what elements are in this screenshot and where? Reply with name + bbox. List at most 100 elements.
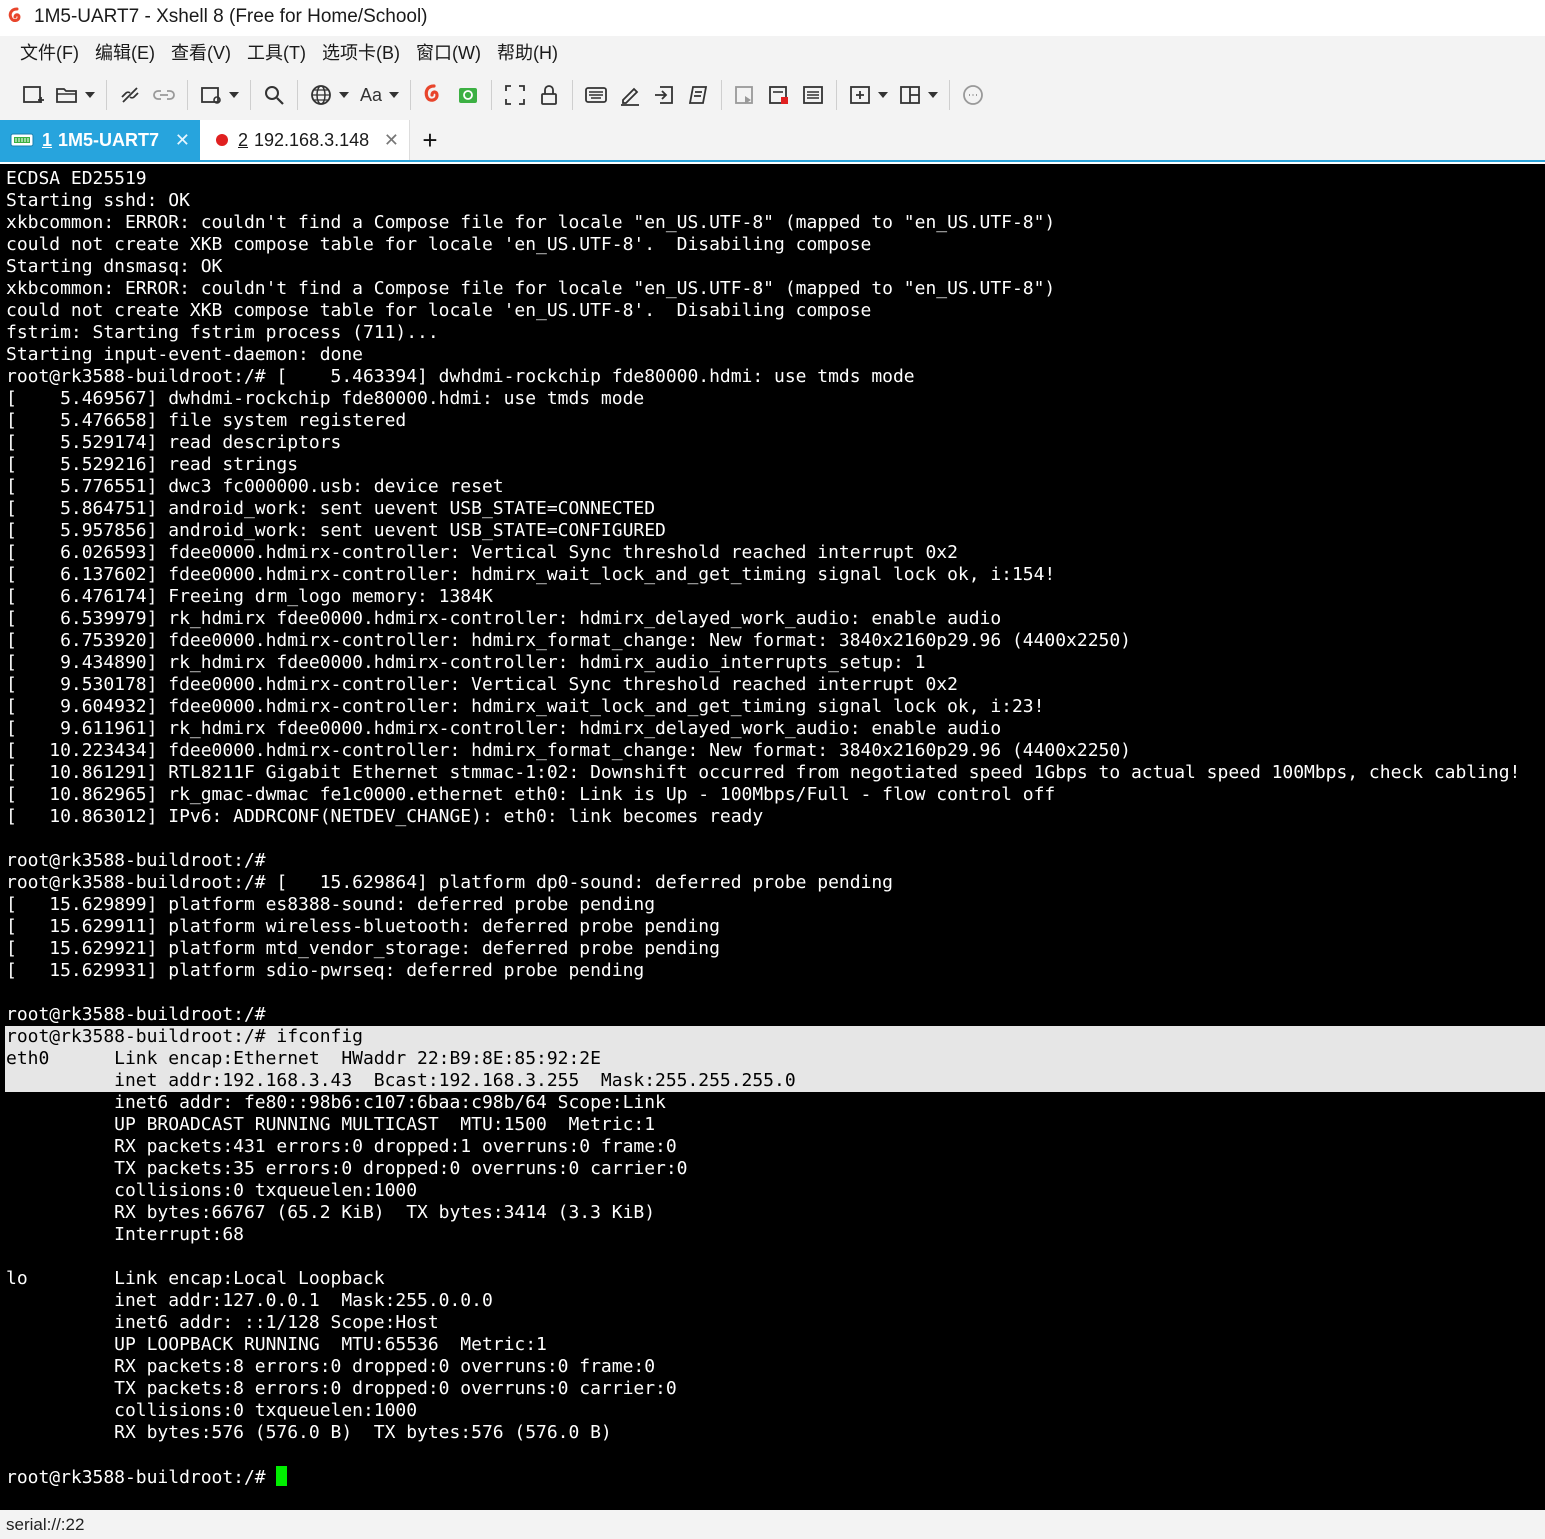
toolbar-divider <box>721 80 722 110</box>
tab-number: 2 <box>238 129 249 150</box>
serial-port-icon <box>10 132 34 148</box>
globe-icon[interactable] <box>306 80 336 110</box>
terminal-line: collisions:0 txqueuelen:1000 <box>6 1400 418 1421</box>
notes-icon[interactable] <box>798 80 828 110</box>
terminal-line: UP BROADCAST RUNNING MULTICAST MTU:1500 … <box>6 1114 656 1135</box>
terminal-line: [ 15.629899] platform es8388-sound: defe… <box>6 894 656 915</box>
terminal-line: [ 10.863012] IPv6: ADDRCONF(NETDEV_CHANG… <box>6 806 764 827</box>
terminal-line: root@rk3588-buildroot:/# <box>6 850 266 871</box>
terminal-line: Starting input-event-daemon: done <box>6 344 363 365</box>
xftp-icon[interactable] <box>453 80 483 110</box>
tab-1m5-uart7[interactable]: 1 1M5-UART7 ✕ <box>0 120 200 160</box>
chevron-down-icon[interactable] <box>927 80 939 110</box>
menu-help[interactable]: 帮助(H) <box>489 36 566 70</box>
disconnected-status-icon <box>216 134 228 146</box>
menu-file[interactable]: 文件(F) <box>12 36 87 70</box>
toolbar-divider <box>572 80 573 110</box>
terminal-line: [ 6.753920] fdee0000.hdmirx-controller: … <box>6 630 1131 651</box>
toolbar-divider <box>949 80 950 110</box>
terminal-line: [ 9.611961] rk_hdmirx fdee0000.hdmirx-co… <box>6 718 1002 739</box>
chevron-down-icon[interactable] <box>877 80 889 110</box>
terminal-line: [ 6.539979] rk_hdmirx fdee0000.hdmirx-co… <box>6 608 1002 629</box>
terminal-line: [ 10.862965] rk_gmac-dwmac fe1c0000.ethe… <box>6 784 1056 805</box>
compose-icon[interactable] <box>730 80 760 110</box>
chevron-down-icon[interactable] <box>388 80 400 110</box>
transfer-icon[interactable] <box>649 80 679 110</box>
terminal-line: [ 5.776551] dwc3 fc000000.usb: device re… <box>6 476 504 497</box>
terminal-output[interactable]: ECDSA ED25519 Starting sshd: OK xkbcommon:… <box>0 164 1545 1510</box>
menu-tab[interactable]: 选项卡(B) <box>314 36 408 70</box>
terminal-line: [ 9.604932] fdee0000.hdmirx-controller: … <box>6 696 1045 717</box>
terminal-line: [ 6.026593] fdee0000.hdmirx-controller: … <box>6 542 958 563</box>
terminal-line: RX packets:431 errors:0 dropped:1 overru… <box>6 1136 677 1157</box>
add-tab-button[interactable]: + <box>410 120 450 160</box>
close-icon[interactable]: ✕ <box>175 130 190 151</box>
terminal-line: root@rk3588-buildroot:/# <box>6 1004 266 1025</box>
toolbar-divider <box>410 80 411 110</box>
terminal-line: [ 5.864751] android_work: sent uevent US… <box>6 498 656 519</box>
tab-label: 1M5-UART7 <box>58 129 160 150</box>
terminal-line: [ 9.434890] rk_hdmirx fdee0000.hdmirx-co… <box>6 652 926 673</box>
terminal-line: [ 5.957856] android_work: sent uevent US… <box>6 520 666 541</box>
script-icon[interactable] <box>683 80 713 110</box>
font-button[interactable]: Aa <box>356 80 386 110</box>
fullscreen-icon[interactable] <box>500 80 530 110</box>
terminal-line: [ 6.476174] Freeing drm_logo memory: 138… <box>6 586 493 607</box>
toolbar-divider <box>491 80 492 110</box>
terminal-line: [ 15.629931] platform sdio-pwrseq: defer… <box>6 960 645 981</box>
terminal-line: eth0 Link encap:Ethernet HWaddr 22:B9:8E… <box>6 1048 601 1069</box>
title-bar: 1M5-UART7 - Xshell 8 (Free for Home/Scho… <box>0 0 1545 34</box>
chevron-down-icon[interactable] <box>228 80 240 110</box>
xshell-logo-icon[interactable] <box>419 80 449 110</box>
keyboard-icon[interactable] <box>581 80 611 110</box>
terminal-cursor <box>276 1466 288 1486</box>
terminal-line: [ 10.223434] fdee0000.hdmirx-controller:… <box>6 740 1131 761</box>
terminal-line: root@rk3588-buildroot:/# [ 15.629864] pl… <box>6 872 893 893</box>
toolbar-divider <box>187 80 188 110</box>
terminal-line: inet6 addr: ::1/128 Scope:Host <box>6 1312 439 1333</box>
open-folder-icon[interactable] <box>52 80 82 110</box>
terminal-line: root@rk3588-buildroot:/# ifconfig <box>6 1026 363 1047</box>
terminal-line: [ 15.629911] platform wireless-bluetooth… <box>6 916 720 937</box>
reconnect-icon[interactable] <box>149 80 179 110</box>
terminal-line: [ 5.529216] read strings <box>6 454 299 475</box>
toolbar-divider <box>250 80 251 110</box>
menu-view[interactable]: 查看(V) <box>163 36 239 70</box>
new-session-icon[interactable] <box>18 80 48 110</box>
terminal-line: fstrim: Starting fstrim process (711)... <box>6 322 439 343</box>
terminal-line: inet6 addr: fe80::98b6:c107:6baa:c98b/64… <box>6 1092 666 1113</box>
terminal-line: inet addr:127.0.0.1 Mask:255.0.0.0 <box>6 1290 493 1311</box>
chat-icon[interactable] <box>958 80 988 110</box>
menu-window[interactable]: 窗口(W) <box>408 36 489 70</box>
terminal-line: ECDSA ED25519 <box>6 168 147 189</box>
session-properties-icon[interactable] <box>196 80 226 110</box>
toolbar-divider <box>297 80 298 110</box>
font-label: Aa <box>359 84 383 105</box>
menu-edit[interactable]: 编辑(E) <box>87 36 163 70</box>
terminal-line: could not create XKB compose table for l… <box>6 234 872 255</box>
tab-192-168-3-148[interactable]: 2 192.168.3.148 ✕ <box>200 120 410 160</box>
terminal-line: TX packets:35 errors:0 dropped:0 overrun… <box>6 1158 688 1179</box>
search-icon[interactable] <box>259 80 289 110</box>
terminal-line: root@rk3588-buildroot:/# <box>6 1466 288 1488</box>
menu-tools[interactable]: 工具(T) <box>239 36 314 70</box>
terminal-line: RX packets:8 errors:0 dropped:0 overruns… <box>6 1356 656 1377</box>
close-icon[interactable]: ✕ <box>384 130 399 151</box>
terminal-line: inet addr:192.168.3.43 Bcast:192.168.3.2… <box>6 1070 796 1091</box>
chevron-down-icon[interactable] <box>338 80 350 110</box>
chevron-down-icon[interactable] <box>84 80 96 110</box>
terminal-line: [ 5.529174] read descriptors <box>6 432 342 453</box>
xshell-logo-icon <box>6 6 28 28</box>
connection-address: serial://:22 <box>6 1514 85 1534</box>
layout-icon[interactable] <box>895 80 925 110</box>
highlight-icon[interactable] <box>615 80 645 110</box>
lock-icon[interactable] <box>534 80 564 110</box>
terminal-line: xkbcommon: ERROR: couldn't find a Compos… <box>6 212 1056 233</box>
window-title: 1M5-UART7 - Xshell 8 (Free for Home/Scho… <box>34 6 428 27</box>
terminal-line: UP LOOPBACK RUNNING MTU:65536 Metric:1 <box>6 1334 547 1355</box>
status-bar: serial://:22 <box>0 1510 1545 1539</box>
log-icon[interactable] <box>764 80 794 110</box>
terminal-line: could not create XKB compose table for l… <box>6 300 872 321</box>
new-tab-icon[interactable] <box>845 80 875 110</box>
disconnect-icon[interactable] <box>115 80 145 110</box>
